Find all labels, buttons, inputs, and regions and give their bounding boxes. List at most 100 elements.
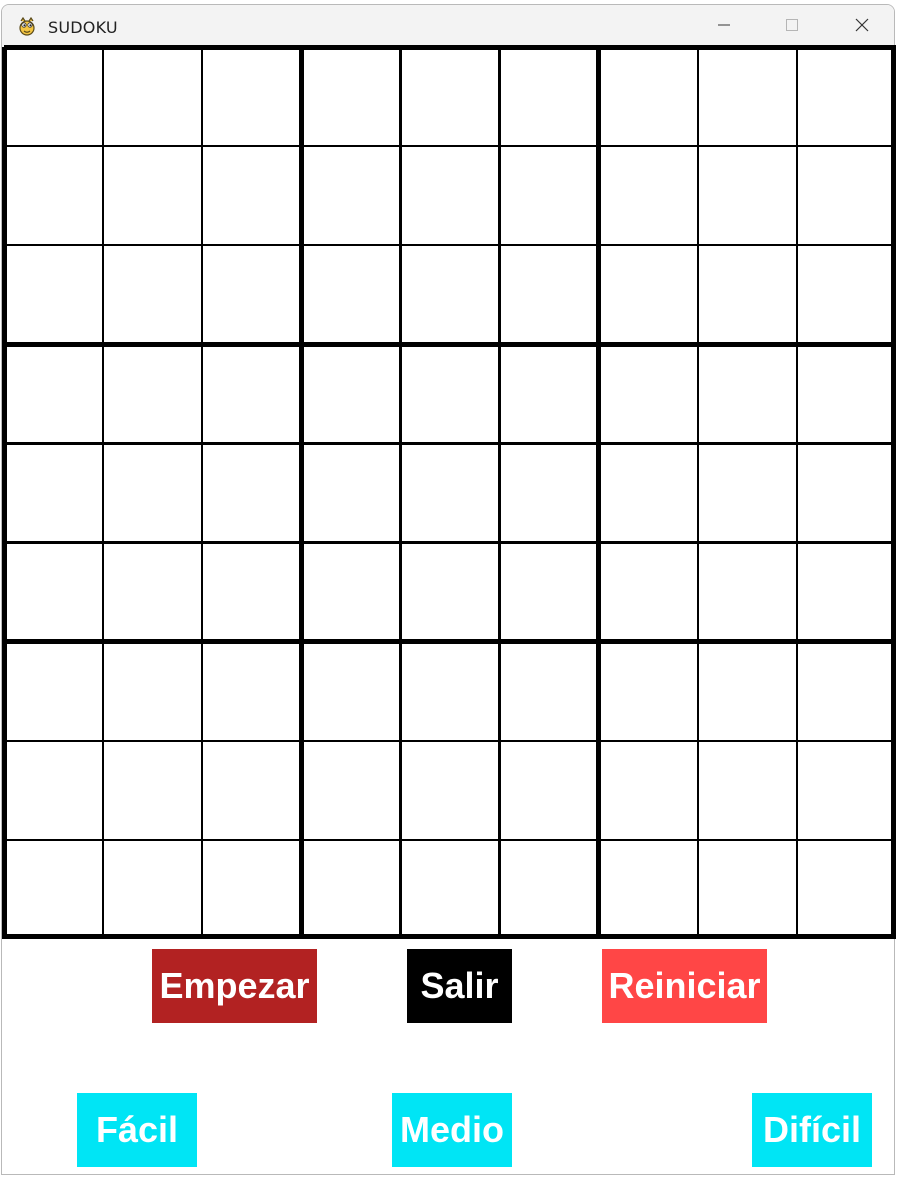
sudoku-cell[interactable] [103,344,203,444]
grid-line-thick [4,44,896,50]
sudoku-cell[interactable] [103,146,203,246]
grid-line [498,47,501,939]
sudoku-cell[interactable] [796,146,896,246]
sudoku-cell[interactable] [4,344,104,444]
sudoku-cell[interactable] [202,47,302,147]
title-bar[interactable]: SUDOKU [2,5,894,49]
sudoku-cell[interactable] [598,740,698,840]
sudoku-cell[interactable] [796,245,896,345]
sudoku-cell[interactable] [598,47,698,147]
exit-button[interactable]: Salir [407,949,512,1023]
sudoku-cell[interactable] [301,443,401,543]
sudoku-cell[interactable] [796,47,896,147]
sudoku-cell[interactable] [4,839,104,939]
sudoku-cell[interactable] [400,443,500,543]
sudoku-cell[interactable] [499,146,599,246]
maximize-button[interactable] [762,5,822,49]
start-button[interactable]: Empezar [152,949,317,1023]
sudoku-cell[interactable] [400,839,500,939]
sudoku-cell[interactable] [499,839,599,939]
sudoku-cell[interactable] [400,740,500,840]
sudoku-cell[interactable] [598,344,698,444]
sudoku-cell[interactable] [202,641,302,741]
sudoku-cell[interactable] [4,47,104,147]
sudoku-cell[interactable] [103,443,203,543]
sudoku-cell[interactable] [301,344,401,444]
sudoku-cell[interactable] [103,47,203,147]
sudoku-cell[interactable] [301,641,401,741]
grid-line-thick [4,639,896,645]
sudoku-cell[interactable] [499,443,599,543]
sudoku-cell[interactable] [796,839,896,939]
sudoku-cell[interactable] [697,443,797,543]
sudoku-cell[interactable] [301,839,401,939]
sudoku-cell[interactable] [4,146,104,246]
sudoku-cell[interactable] [400,146,500,246]
sudoku-cell[interactable] [697,344,797,444]
sudoku-cell[interactable] [400,47,500,147]
sudoku-cell[interactable] [598,245,698,345]
restart-button[interactable]: Reiniciar [602,949,767,1023]
sudoku-cell[interactable] [499,47,599,147]
sudoku-cell[interactable] [202,344,302,444]
sudoku-cell[interactable] [103,245,203,345]
sudoku-cell[interactable] [598,839,698,939]
sudoku-cell[interactable] [796,542,896,642]
sudoku-cell[interactable] [400,245,500,345]
sudoku-cell[interactable] [598,542,698,642]
sudoku-cell[interactable] [400,641,500,741]
sudoku-cell[interactable] [4,443,104,543]
sudoku-cell[interactable] [499,641,599,741]
sudoku-cell[interactable] [697,641,797,741]
sudoku-cell[interactable] [697,47,797,147]
sudoku-cell[interactable] [4,641,104,741]
sudoku-cell[interactable] [103,542,203,642]
sudoku-cell[interactable] [697,740,797,840]
sudoku-cell[interactable] [697,542,797,642]
sudoku-cell[interactable] [697,245,797,345]
sudoku-cell[interactable] [202,740,302,840]
close-icon [854,17,870,38]
minimize-button[interactable] [694,5,754,49]
grid-line [4,541,896,544]
sudoku-cell[interactable] [4,245,104,345]
sudoku-cell[interactable] [202,839,302,939]
sudoku-cell[interactable] [598,443,698,543]
sudoku-cell[interactable] [796,740,896,840]
sudoku-cell[interactable] [796,443,896,543]
python-snake-icon [16,15,38,37]
sudoku-cell[interactable] [598,146,698,246]
grid-line-thick [1,47,7,939]
sudoku-cell[interactable] [499,245,599,345]
grid-line-thick [891,47,896,939]
sudoku-cell[interactable] [103,641,203,741]
sudoku-cell[interactable] [202,245,302,345]
close-button[interactable] [832,5,892,49]
sudoku-cell[interactable] [202,542,302,642]
sudoku-cell[interactable] [796,641,896,741]
sudoku-board [1,44,896,939]
sudoku-cell[interactable] [301,542,401,642]
sudoku-cell[interactable] [301,740,401,840]
hard-button[interactable]: Difícil [752,1093,872,1167]
sudoku-cell[interactable] [499,740,599,840]
sudoku-cell[interactable] [796,344,896,444]
sudoku-cell[interactable] [400,344,500,444]
medium-button[interactable]: Medio [392,1093,512,1167]
sudoku-cell[interactable] [697,839,797,939]
sudoku-cell[interactable] [301,47,401,147]
sudoku-cell[interactable] [103,839,203,939]
sudoku-cell[interactable] [4,740,104,840]
sudoku-cell[interactable] [400,542,500,642]
sudoku-cell[interactable] [301,146,401,246]
easy-button[interactable]: Fácil [77,1093,197,1167]
sudoku-cell[interactable] [598,641,698,741]
sudoku-cell[interactable] [301,245,401,345]
sudoku-cell[interactable] [697,146,797,246]
sudoku-cell[interactable] [202,443,302,543]
sudoku-cell[interactable] [499,344,599,444]
sudoku-cell[interactable] [103,740,203,840]
sudoku-cell[interactable] [4,542,104,642]
sudoku-cell[interactable] [202,146,302,246]
sudoku-cell[interactable] [499,542,599,642]
